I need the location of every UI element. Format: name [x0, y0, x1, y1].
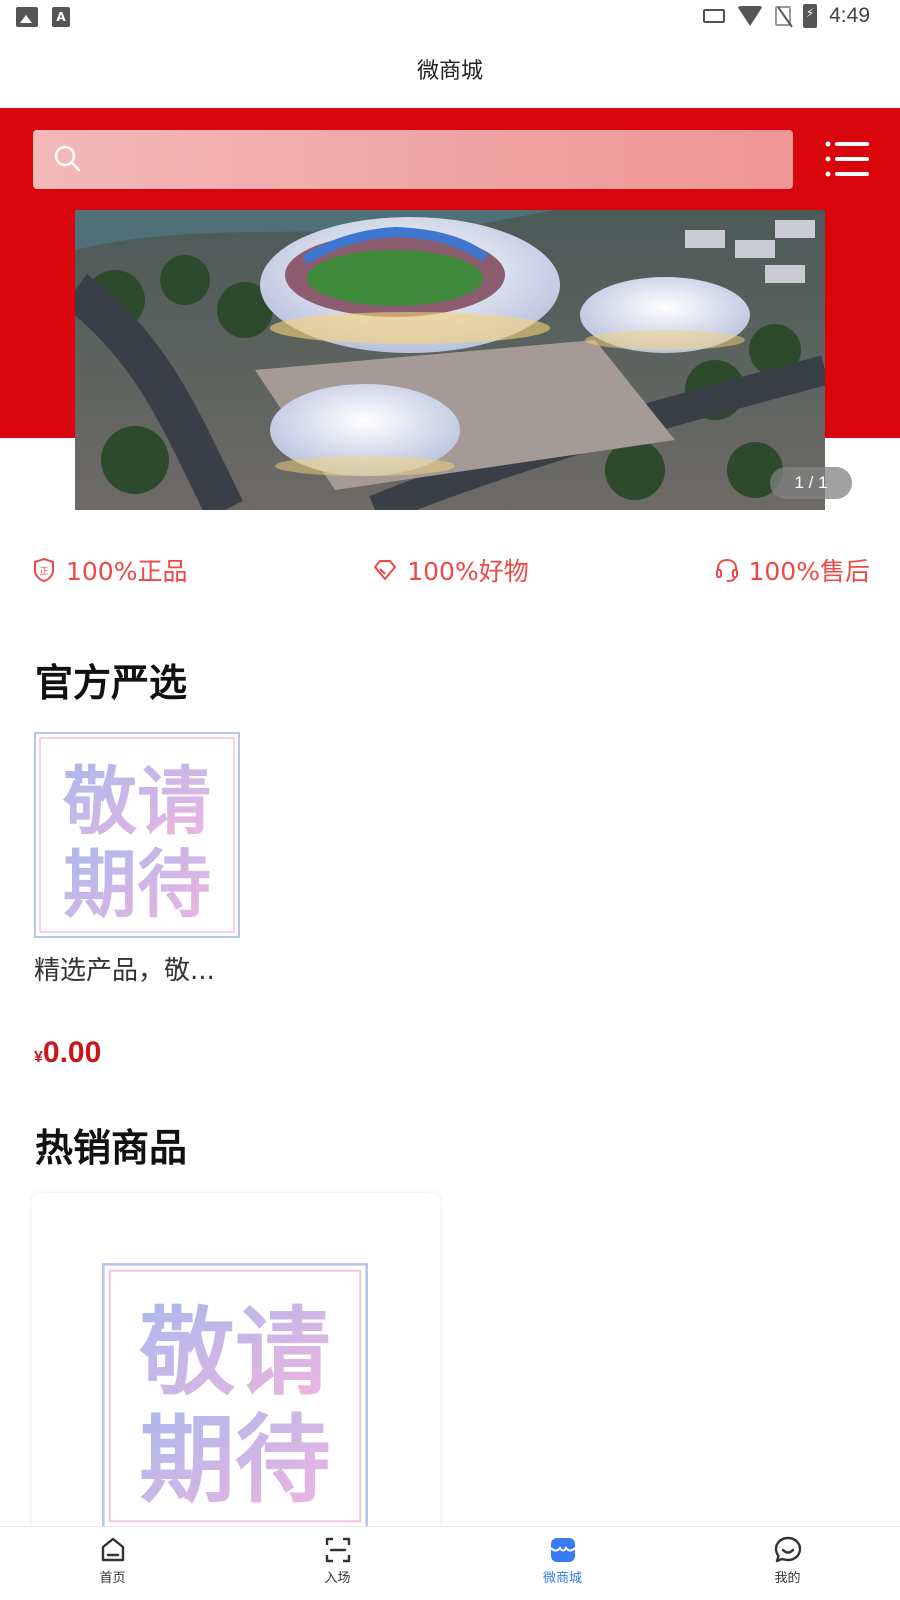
search-icon	[54, 145, 81, 172]
product-name[interactable]: 精选产品，敬...	[34, 950, 244, 987]
wifi-icon	[737, 6, 764, 26]
category-menu-icon[interactable]	[825, 140, 869, 178]
bottom-tab-bar: 首页 入场 微商城 我的	[0, 1526, 900, 1600]
image-notification-icon	[16, 7, 38, 27]
headset-icon	[715, 558, 738, 582]
product-price: ¥0.00	[34, 1036, 101, 1070]
svg-text:期待: 期待	[63, 842, 211, 928]
tab-entry[interactable]: 入场	[225, 1527, 450, 1600]
section-title-official: 官方严选	[35, 661, 188, 705]
app-header: 微商城	[0, 36, 900, 108]
guarantee-label: 100%好物	[407, 557, 529, 586]
stadium-banner-image	[75, 210, 825, 510]
no-sim-icon	[775, 6, 792, 26]
product-image: 敬请 期待	[102, 1263, 368, 1529]
svg-text:敬请: 敬请	[138, 1297, 330, 1409]
guarantee-label: 100%售后	[748, 557, 870, 586]
hot-product-card[interactable]: 敬请 期待	[32, 1193, 440, 1533]
battery-charging-icon	[803, 4, 818, 28]
coming-soon-image: 敬请 期待	[102, 1263, 368, 1529]
guarantee-aftersales: 100%售后	[715, 552, 870, 588]
tab-label: 入场	[324, 1571, 351, 1586]
guarantee-authentic: 正 100%正品	[32, 552, 187, 588]
svg-text:敬请: 敬请	[62, 759, 211, 845]
price-value: 0.00	[42, 1036, 102, 1069]
guarantee-row: 正 100%正品 100%好物 100%售后	[32, 548, 870, 592]
chat-icon	[774, 1536, 801, 1563]
status-bar: A 4:49	[0, 0, 900, 36]
section-title-hot: 热销商品	[35, 1126, 188, 1170]
tab-label: 微商城	[542, 1571, 582, 1586]
status-time: 4:49	[829, 4, 870, 27]
shield-icon: 正	[34, 557, 54, 583]
guarantee-label: 100%正品	[66, 557, 188, 586]
banner-pager: 1 / 1	[770, 467, 852, 499]
home-icon	[101, 1537, 124, 1562]
tab-home[interactable]: 首页	[0, 1527, 225, 1600]
screen-cast-icon	[703, 9, 726, 23]
shop-icon	[549, 1538, 576, 1562]
tab-label: 我的	[774, 1571, 801, 1586]
search-input[interactable]	[33, 130, 793, 189]
diamond-icon	[374, 560, 397, 580]
scan-icon	[325, 1537, 350, 1563]
product-image[interactable]: 敬请 期待	[34, 732, 240, 938]
a-notification-icon: A	[52, 7, 70, 27]
svg-text:正: 正	[39, 567, 48, 577]
svg-text:期待: 期待	[139, 1404, 330, 1516]
price-currency: ¥	[34, 1049, 43, 1066]
coming-soon-image: 敬请 期待	[34, 732, 240, 938]
tab-shop[interactable]: 微商城	[450, 1527, 675, 1600]
tab-label: 首页	[99, 1571, 126, 1586]
guarantee-quality: 100%好物	[373, 552, 529, 588]
banner-carousel[interactable]	[75, 210, 825, 510]
tab-mine[interactable]: 我的	[675, 1527, 900, 1600]
page-title: 微商城	[416, 59, 483, 84]
